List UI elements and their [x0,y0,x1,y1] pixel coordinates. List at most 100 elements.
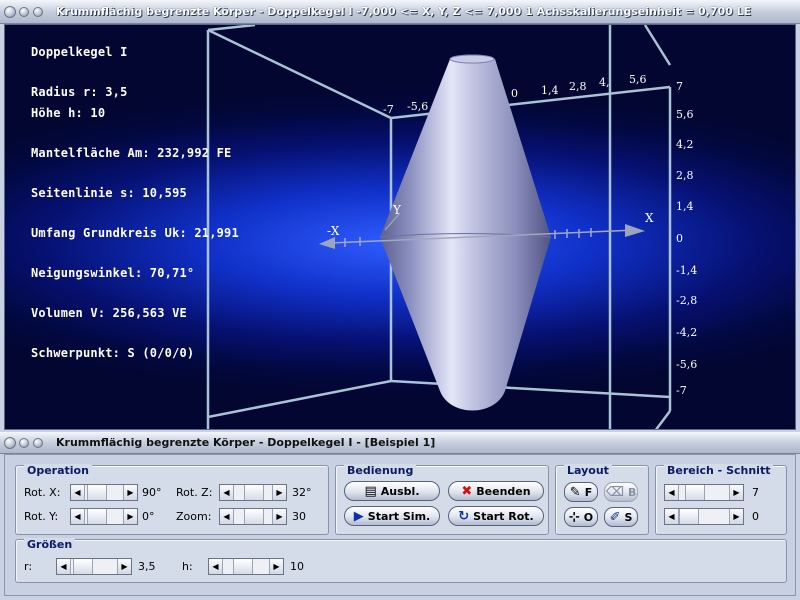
layout-group: Layout ✎ F ⌫ B ⊹ O ✐ S [555,464,649,535]
sub-minimize-button[interactable] [19,438,29,448]
scroll-right-arrow-icon[interactable]: ▶ [272,509,286,524]
r-scrollbar[interactable]: ◀ ▶ [56,558,132,575]
h-label: h: [182,560,193,573]
beenden-button[interactable]: ✖ Beenden [448,481,544,501]
scroll-left-arrow-icon[interactable]: ◀ [71,485,85,500]
scroll-right-arrow-icon[interactable]: ▶ [123,509,137,524]
z-tick: 4,2 [676,138,694,151]
scroll-right-arrow-icon[interactable]: ▶ [729,485,743,500]
top-tick: -7 [383,103,394,116]
bereich-value: 7 [752,486,759,499]
start-rot-label: Start Rot. [473,509,534,523]
base-circumference-text: Umfang Grundkreis Uk: 21,991 [31,226,239,240]
zoom-value: 30 [292,510,306,523]
layout-f-button[interactable]: ✎ F [564,482,598,502]
scroll-right-arrow-icon[interactable]: ▶ [272,485,286,500]
subwindow-controls [4,436,48,452]
zoom-scrollbar[interactable]: ◀ ▶ [219,508,287,525]
scroll-left-arrow-icon[interactable]: ◀ [209,559,223,574]
layout-s-button[interactable]: ✐ S [604,507,638,527]
r-label: r: [24,560,33,573]
rot-z-scrollbar[interactable]: ◀ ▶ [219,484,287,501]
hide-icon: ▤ [364,483,377,499]
crosshair-icon: ⊹ [568,509,580,525]
paint-bucket-icon: ✐ [609,509,621,525]
top-tick: 1,4 [541,84,559,97]
ausbl-button[interactable]: ▤ Ausbl. [344,481,440,501]
rot-y-label: Rot. Y: [24,510,59,523]
scroll-thumb[interactable] [679,509,699,524]
scroll-thumb[interactable] [244,509,264,524]
subwindow-title-bar[interactable]: Krummflächig begrenzte Körper - Doppelke… [0,432,800,454]
h-scrollbar[interactable]: ◀ ▶ [208,558,284,575]
top-tick: 0 [511,87,518,100]
ausbl-label: Ausbl. [380,484,420,498]
bereich-scrollbar[interactable]: ◀ ▶ [664,484,744,501]
groessen-title: Größen [24,538,76,551]
layout-f-label: F [584,485,593,499]
top-tick: 4, [599,76,610,89]
schnitt-value: 0 [752,510,759,523]
z-tick: -4,2 [676,326,698,339]
scroll-thumb[interactable] [87,485,107,500]
scroll-right-arrow-icon[interactable]: ▶ [729,509,743,524]
bedienung-group: Bedienung ▤ Ausbl. ✖ Beenden ▶ Start Sim… [335,464,549,535]
rot-z-label: Rot. Z: [176,486,213,499]
minimize-button[interactable] [19,7,29,17]
rot-y-scrollbar[interactable]: ◀ ▶ [70,508,138,525]
start-rot-button[interactable]: ↻ Start Rot. [448,506,544,526]
scroll-left-arrow-icon[interactable]: ◀ [57,559,71,574]
centroid-text: Schwerpunkt: S (0/0/0) [31,346,195,360]
scroll-thumb[interactable] [87,509,107,524]
scroll-thumb[interactable] [685,485,705,500]
scroll-thumb[interactable] [244,485,264,500]
rot-y-value: 0° [142,510,155,523]
3d-viewport[interactable]: X -X Y 7 5,6 4,2 2,8 1,4 0 -1,4 -2,8 -4,… [4,24,796,430]
slant-height-text: Seitenlinie s: 10,595 [31,186,187,200]
operation-group: Operation Rot. X: ◀ ▶ 90° Rot. Y: ◀ ▶ 0°… [15,464,329,535]
layout-b-button[interactable]: ⌫ B [604,482,638,502]
top-tick: 2,8 [569,80,587,93]
scroll-right-arrow-icon[interactable]: ▶ [269,559,283,574]
rot-x-label: Rot. X: [24,486,61,499]
rotate-icon: ↻ [458,508,470,524]
rot-x-value: 90° [142,486,162,499]
scroll-thumb[interactable] [233,559,253,574]
scroll-thumb[interactable] [73,559,93,574]
z-tick: 1,4 [676,200,694,213]
scroll-right-arrow-icon[interactable]: ▶ [117,559,131,574]
layout-o-label: O [583,510,594,524]
scroll-right-arrow-icon[interactable]: ▶ [123,485,137,500]
main-title-bar[interactable]: Krummflächig begrenzte Körper - Doppelke… [0,0,800,24]
sub-maximize-button[interactable] [33,438,43,448]
operation-title: Operation [24,464,92,477]
zoom-label: Zoom: [176,510,212,523]
sub-close-button[interactable] [4,437,16,449]
z-tick: -7 [676,384,687,397]
fill-icon: ⌫ [605,484,624,500]
scroll-left-arrow-icon[interactable]: ◀ [71,509,85,524]
z-tick: -5,6 [676,358,698,371]
z-tick: -2,8 [676,294,698,307]
layout-o-button[interactable]: ⊹ O [564,507,598,527]
close-x-icon: ✖ [461,483,473,499]
inclination-angle-text: Neigungswinkel: 70,71° [31,266,195,280]
radius-text: Radius r: 3,5 [31,85,128,99]
height-text: Höhe h: 10 [31,106,106,120]
rot-x-scrollbar[interactable]: ◀ ▶ [70,484,138,501]
z-tick-labels: 7 5,6 4,2 2,8 1,4 0 -1,4 -2,8 -4,2 -5,6 … [676,80,716,400]
groessen-group: Größen r: ◀ ▶ 3,5 h: ◀ ▶ 10 [15,538,787,583]
beenden-label: Beenden [476,484,531,498]
close-button[interactable] [4,6,16,18]
start-sim-button[interactable]: ▶ Start Sim. [344,506,440,526]
schnitt-scrollbar[interactable]: ◀ ▶ [664,508,744,525]
lateral-area-text: Mantelfläche Am: 232,992 FE [31,146,232,160]
bedienung-title: Bedienung [344,464,417,477]
top-tick: -5,6 [407,100,429,113]
maximize-button[interactable] [33,7,43,17]
scroll-left-arrow-icon[interactable]: ◀ [220,509,234,524]
scroll-left-arrow-icon[interactable]: ◀ [665,509,679,524]
play-icon: ▶ [353,508,364,524]
scroll-left-arrow-icon[interactable]: ◀ [220,485,234,500]
scroll-left-arrow-icon[interactable]: ◀ [665,485,679,500]
